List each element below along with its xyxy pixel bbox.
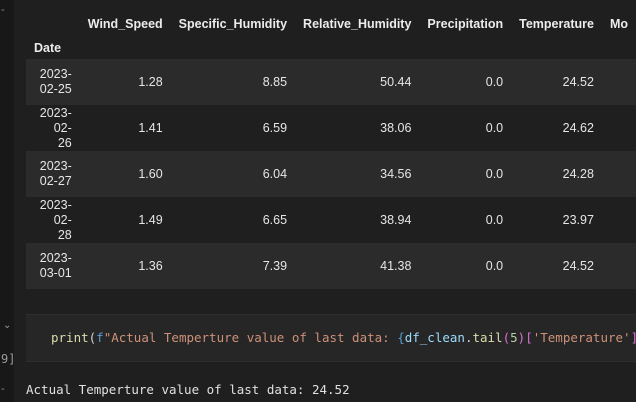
cell: 6.04	[262, 167, 288, 181]
code-token-number: 5	[510, 330, 518, 345]
row-index: 2023- 02- 26	[39, 105, 72, 150]
gutter-marker: -	[1, 4, 5, 16]
code-token-brace: {	[397, 330, 405, 345]
cell: 7.39	[262, 259, 288, 273]
cell: 41.38	[380, 259, 412, 273]
row-index: 2023- 02- 28	[39, 197, 72, 242]
table-row: 2023- 02-27 1.60 6.04 34.56 0.0 24.28	[26, 151, 636, 197]
code-token-string: 'Temperature'	[532, 330, 631, 345]
cell: 1.36	[138, 259, 163, 273]
column-header: Mo	[609, 16, 628, 31]
cell: 6.65	[262, 213, 288, 227]
cell	[602, 151, 636, 197]
cell: 1.41	[138, 121, 163, 135]
cell-output-text: Actual Temperture value of last data: 24…	[26, 382, 350, 397]
cell	[602, 59, 636, 105]
column-header: Specific_Humidity	[178, 16, 288, 31]
cell: 6.59	[262, 121, 288, 135]
code-token-punct: (	[502, 330, 511, 345]
table-row: 2023- 03-01 1.36 7.39 41.38 0.0 24.52	[26, 243, 636, 289]
cell: 50.44	[380, 75, 412, 89]
column-header: Wind_Speed	[87, 16, 163, 31]
cell: 24.52	[562, 75, 594, 89]
code-token-punct: [	[525, 330, 533, 345]
cell: 8.85	[262, 75, 288, 89]
column-header: Temperature	[519, 16, 594, 31]
row-index: 2023- 02-27	[39, 159, 72, 188]
index-corner	[26, 10, 80, 37]
cell: 1.49	[138, 213, 163, 227]
row-index: 2023- 02-25	[39, 67, 72, 96]
execution-count: 9]	[1, 352, 16, 366]
cell: 24.28	[562, 167, 594, 181]
table-row: 2023- 02- 28 1.49 6.65 38.94 0.0 23.97	[26, 197, 636, 243]
cell	[602, 197, 636, 243]
table-row: 2023- 02- 26 1.41 6.59 38.06 0.0 24.62	[26, 105, 636, 151]
index-name: Date	[34, 41, 62, 55]
index-name-row: Date	[26, 37, 636, 59]
code-cell-editor[interactable]: print ( f"Actual Temperture value of last …	[26, 314, 636, 362]
column-header: Precipitation	[427, 16, 504, 31]
cell: 24.62	[562, 121, 594, 135]
code-token-function: print	[51, 330, 89, 345]
output-gutter-marker: -	[1, 383, 5, 395]
dataframe-output: Wind_Speed Specific_Humidity Relative_Hu…	[26, 10, 636, 289]
cell: 1.60	[138, 167, 163, 181]
code-token-punct: ]	[631, 330, 636, 345]
code-token-variable: df_clean	[404, 330, 465, 345]
code-token-method: tail	[472, 330, 503, 345]
cell: 0.0	[485, 167, 504, 181]
cell	[602, 105, 636, 151]
cell: 0.0	[485, 75, 504, 89]
code-token-fprefix: f	[96, 330, 104, 345]
cell: 38.94	[380, 213, 412, 227]
table-row: 2023- 02-25 1.28 8.85 50.44 0.0 24.52	[26, 59, 636, 105]
code-token-string: "Actual Temperture value of last data:	[103, 330, 398, 345]
collapse-chevron-icon[interactable]: ⌄	[3, 320, 11, 331]
cell: 0.0	[485, 259, 504, 273]
row-index: 2023- 03-01	[39, 251, 72, 280]
cell: 0.0	[485, 121, 504, 135]
column-header: Relative_Humidity	[303, 16, 412, 31]
cell: 24.52	[562, 259, 594, 273]
column-header-row: Wind_Speed Specific_Humidity Relative_Hu…	[26, 10, 636, 37]
cell: 0.0	[485, 213, 504, 227]
cell: 1.28	[138, 75, 163, 89]
cell: 34.56	[380, 167, 412, 181]
cell: 23.97	[562, 213, 594, 227]
code-line[interactable]: print ( f"Actual Temperture value of last …	[51, 330, 636, 345]
cell-gutter: - ⌄ 9] -	[0, 0, 16, 402]
cell	[602, 243, 636, 289]
dataframe-table: Wind_Speed Specific_Humidity Relative_Hu…	[26, 10, 636, 289]
cell: 38.06	[380, 121, 412, 135]
